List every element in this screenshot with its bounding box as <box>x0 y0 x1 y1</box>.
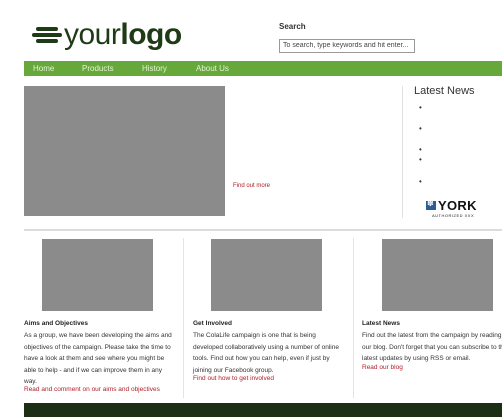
york-wordmark: YORK <box>438 197 477 213</box>
latest-news-image <box>382 239 493 311</box>
footer-bar <box>24 403 502 417</box>
aims-link[interactable]: Read and comment on our aims and objecti… <box>24 386 160 393</box>
aims-image <box>42 239 153 311</box>
read-our-blog-link[interactable]: Read our blog <box>362 364 403 371</box>
get-involved-link[interactable]: Find out how to get involved <box>193 375 274 382</box>
snowflake-icon <box>426 199 436 210</box>
logo-stripes-icon <box>32 26 62 44</box>
nav-home[interactable]: Home <box>33 61 54 76</box>
column-divider <box>353 238 354 398</box>
news-bullet[interactable]: • <box>419 156 422 164</box>
search-box: Search <box>279 22 415 53</box>
news-bullet[interactable]: • <box>419 104 422 112</box>
hero-image <box>24 86 225 216</box>
latest-news-title: Latest News <box>414 85 475 97</box>
get-involved-heading: Get Involved <box>193 320 233 327</box>
find-out-more-link[interactable]: Find out more <box>233 183 270 189</box>
nav-about-us[interactable]: About Us <box>196 61 229 76</box>
news-bullet[interactable]: • <box>419 146 422 154</box>
aims-body: As a group, we have been developing the … <box>24 332 172 385</box>
york-logo[interactable]: YORK AUTHORIZED XXX <box>426 198 488 220</box>
section-divider <box>24 229 502 231</box>
column-divider <box>183 238 184 398</box>
vertical-divider <box>402 86 403 218</box>
search-label: Search <box>279 22 306 31</box>
get-involved-body: The ColaLife campaign is one that is bei… <box>193 332 339 374</box>
get-involved-image <box>211 239 322 311</box>
york-subtitle: AUTHORIZED XXX <box>432 213 475 218</box>
aims-heading: Aims and Objectives <box>24 320 88 327</box>
site-logo[interactable]: yourlogo <box>32 18 182 52</box>
latest-news-heading: Latest News <box>362 320 400 327</box>
latest-news-body: Find out the latest from the campaign by… <box>362 332 502 362</box>
nav-products[interactable]: Products <box>82 61 114 76</box>
nav-history[interactable]: History <box>142 61 167 76</box>
news-bullet[interactable]: • <box>419 178 422 186</box>
search-input[interactable] <box>279 38 415 53</box>
logo-text: yourlogo <box>64 18 182 51</box>
news-bullet[interactable]: • <box>419 125 422 133</box>
main-nav: Home Products History About Us <box>24 61 502 76</box>
